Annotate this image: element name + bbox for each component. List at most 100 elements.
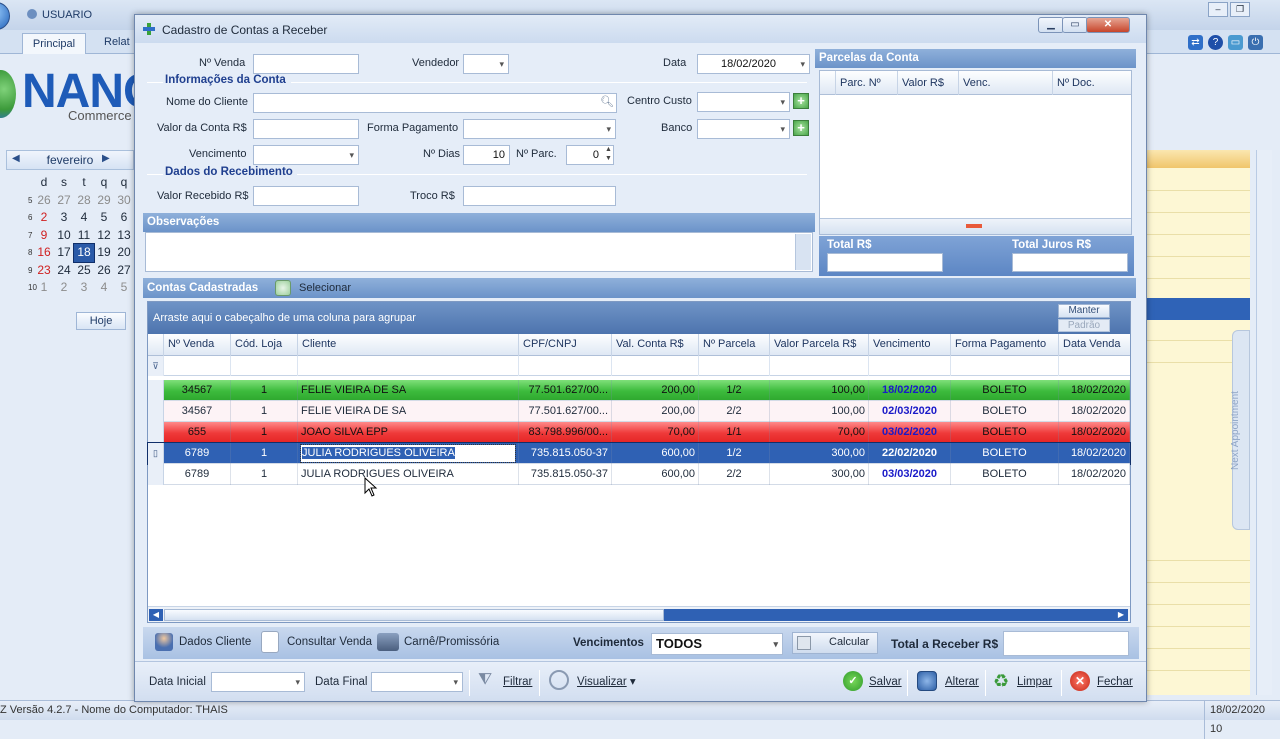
cell-val-parcela[interactable]: 300,00 (770, 443, 869, 464)
calendar-day[interactable]: 3 (54, 209, 74, 227)
col-valor[interactable]: Valor R$ (898, 71, 959, 95)
cell-cliente[interactable]: JULIA RODRIGUES OLIVEIRA (298, 443, 519, 464)
cell-forma[interactable]: BOLETO (951, 380, 1059, 401)
magnifier-icon[interactable] (549, 670, 569, 690)
row-indicator[interactable] (148, 380, 164, 401)
valor-conta-input[interactable] (253, 119, 359, 139)
data-final-picker[interactable] (371, 672, 463, 692)
cell-parcela[interactable]: 2/2 (699, 464, 770, 485)
cell-data-venda[interactable]: 18/02/2020 (1059, 401, 1130, 422)
num-dias-input[interactable]: 10 (463, 145, 510, 165)
scroll-thumb[interactable] (164, 609, 664, 621)
maximize-icon[interactable]: ▭ (1062, 17, 1088, 33)
alterar-button[interactable]: Alterar (945, 673, 979, 691)
calendar-day[interactable]: 2 (54, 279, 74, 297)
calendar-next-icon[interactable]: ▶ (102, 153, 110, 164)
limpar-button[interactable]: Limpar (1017, 673, 1052, 691)
cell-data-venda[interactable]: 18/02/2020 (1059, 380, 1130, 401)
banco-select[interactable] (697, 119, 790, 139)
data-inicial-picker[interactable] (211, 672, 305, 692)
calendar-day[interactable]: 20 (114, 244, 134, 262)
calendar-day[interactable]: 30 (114, 192, 134, 210)
cell-parcela[interactable]: 1/1 (699, 422, 770, 443)
calendar-day[interactable]: 27 (114, 262, 134, 280)
cell-venda[interactable]: 6789 (164, 464, 231, 485)
vendedor-select[interactable] (463, 54, 509, 74)
restore-icon[interactable]: ❐ (1230, 2, 1250, 17)
calendar-day[interactable]: 5 (94, 209, 114, 227)
col-vencimento[interactable]: Vencimento (869, 334, 951, 356)
cell-cliente[interactable]: FELIE VIEIRA DE SA (298, 401, 519, 422)
cell-val-conta[interactable]: 200,00 (612, 380, 699, 401)
calendar-day[interactable]: 3 (74, 279, 94, 297)
nome-cliente-input[interactable] (253, 93, 617, 113)
cell-vencimento[interactable]: 03/02/2020 (869, 422, 951, 443)
calendar-day[interactable]: 24 (54, 262, 74, 280)
scroll-track[interactable] (664, 609, 1114, 621)
cell-val-conta[interactable]: 70,00 (612, 422, 699, 443)
col-data-venda[interactable]: Data Venda (1059, 334, 1130, 356)
minimize-icon[interactable]: – (1208, 2, 1228, 17)
calendar-day[interactable]: 25 (74, 262, 94, 280)
selecionar-button[interactable]: Selecionar (299, 282, 351, 294)
cell-cliente[interactable]: FELIE VIEIRA DE SA (298, 380, 519, 401)
calendar-day[interactable]: 27 (54, 192, 74, 210)
table-row[interactable]: ▯ 6789 1 JULIA RODRIGUES OLIVEIRA 735.815.05… (147, 442, 1131, 465)
filtrar-button[interactable]: Filtrar (503, 673, 532, 691)
minimize-icon[interactable]: ▁ (1038, 17, 1064, 33)
col-num-venda[interactable]: Nº Venda (164, 334, 231, 356)
dados-cliente-button[interactable]: Dados Cliente (179, 633, 251, 651)
vencimento-picker[interactable] (253, 145, 359, 165)
scroll-left-icon[interactable]: ◀ (149, 609, 163, 621)
cell-loja[interactable]: 1 (231, 464, 298, 485)
cell-parcela[interactable]: 1/2 (699, 443, 770, 464)
filter-cell[interactable] (1059, 356, 1130, 376)
filter-cell[interactable] (869, 356, 951, 376)
col-num-doc[interactable]: Nº Doc. (1053, 71, 1131, 95)
calendar-day[interactable]: 13 (114, 227, 134, 245)
col-cpf-cnpj[interactable]: CPF/CNPJ (519, 334, 612, 356)
cell-data-venda[interactable]: 18/02/2020 (1059, 422, 1130, 443)
data-picker[interactable]: 18/02/2020 (697, 54, 810, 74)
fechar-button[interactable]: Fechar (1097, 673, 1133, 691)
selecionar-icon[interactable] (275, 280, 291, 296)
col-parc-num[interactable]: Parc. Nº (836, 71, 898, 95)
calendar-prev-icon[interactable]: ◀ (12, 153, 20, 164)
consultar-venda-button[interactable]: Consultar Venda (287, 633, 372, 651)
calendar-day[interactable]: 6 (114, 209, 134, 227)
calendar-day[interactable]: 16 (34, 244, 54, 262)
today-button[interactable]: Hoje (76, 312, 126, 330)
calendar-day[interactable]: 23 (34, 262, 54, 280)
cell-data-venda[interactable]: 18/02/2020 (1059, 464, 1130, 485)
troco-input[interactable] (463, 186, 616, 206)
calendar-day[interactable]: 9 (34, 227, 54, 245)
add-banco-icon[interactable]: + (793, 120, 809, 136)
cell-loja[interactable]: 1 (231, 422, 298, 443)
alterar-icon[interactable] (917, 671, 937, 691)
cell-loja[interactable]: 1 (231, 401, 298, 422)
cell-loja[interactable]: 1 (231, 443, 298, 464)
sync-icon[interactable]: ⇄ (1188, 35, 1203, 50)
cell-vencimento[interactable]: 22/02/2020 (869, 443, 951, 464)
consultar-venda-icon[interactable] (261, 631, 279, 653)
cell-val-parcela[interactable]: 70,00 (770, 422, 869, 443)
num-venda-input[interactable] (253, 54, 359, 74)
add-centro-custo-icon[interactable]: + (793, 93, 809, 109)
visualizar-button[interactable]: Visualizar ▾ (577, 673, 636, 691)
filter-icon[interactable]: ⊽ (148, 356, 164, 376)
cell-venda[interactable]: 34567 (164, 380, 231, 401)
help-icon[interactable]: ? (1208, 35, 1223, 50)
carne-button[interactable]: Carnê/Promissória (404, 633, 499, 651)
tab-principal[interactable]: Principal (22, 33, 86, 54)
calendar-day[interactable]: 4 (74, 209, 94, 227)
salvar-button[interactable]: Salvar (869, 673, 902, 691)
cell-parcela[interactable]: 2/2 (699, 401, 770, 422)
observacoes-textarea[interactable] (145, 232, 813, 272)
selected-cell-editor[interactable]: JULIA RODRIGUES OLIVEIRA (300, 444, 516, 463)
horizontal-scrollbar[interactable]: ◀ ▶ (148, 606, 1130, 622)
cell-val-conta[interactable]: 200,00 (612, 401, 699, 422)
cell-forma[interactable]: BOLETO (951, 422, 1059, 443)
calendar-day[interactable]: 2 (34, 209, 54, 227)
cell-vencimento[interactable]: 02/03/2020 (869, 401, 951, 422)
col-num-parcela[interactable]: Nº Parcela (699, 334, 770, 356)
